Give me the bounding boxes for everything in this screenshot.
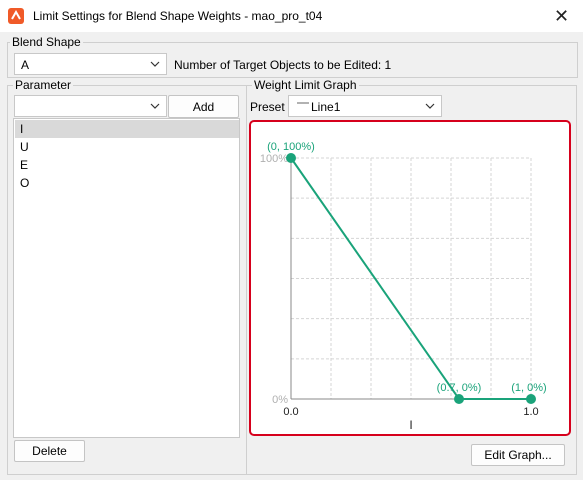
list-item[interactable]: I [15,120,239,138]
data-point-label: (0, 100%) [267,141,315,153]
target-count-text: Number of Target Objects to be Edited: 1 [174,58,392,72]
blend-shape-group-label: Blend Shape [10,35,83,49]
title-bar: Limit Settings for Blend Shape Weights -… [0,0,583,32]
weight-limit-graph-label: Weight Limit Graph [252,78,359,92]
list-item[interactable]: O [15,174,239,192]
parameter-group-label: Parameter [13,78,74,92]
blend-shape-select-value: A [21,58,30,72]
blend-shape-select[interactable]: A [14,53,167,75]
weight-limit-chart[interactable]: 0% 100% 0.0 1.0 I (0, 100%) (0.7, 0%) (1, 0%) [251,122,569,434]
y-tick-label: 0% [272,394,288,406]
list-item[interactable]: E [15,156,239,174]
line-preset-icon [297,102,309,104]
chevron-down-icon [425,103,435,109]
chevron-down-icon [150,103,160,109]
window-title: Limit Settings for Blend Shape Weights -… [33,9,323,23]
x-tick-label: 0.0 [283,406,298,418]
edit-graph-button[interactable]: Edit Graph... [471,444,565,466]
data-point-label: (0.7, 0%) [437,382,482,394]
delete-button[interactable]: Delete [14,440,85,462]
preset-select-value: Line1 [311,100,341,114]
x-tick-label: 1.0 [523,406,538,418]
data-point-label: (1, 0%) [511,382,546,394]
parameter-list: I U E O [13,118,240,438]
weight-limit-graph[interactable]: 0% 100% 0.0 1.0 I (0, 100%) (0.7, 0%) (1, 0%) [249,120,571,436]
close-icon[interactable]: ✕ [540,0,583,32]
list-item[interactable]: U [15,138,239,156]
preset-select[interactable]: Line1 [288,95,442,117]
y-tick-label: 100% [260,153,288,165]
x-axis-label: I [409,418,412,432]
chevron-down-icon [150,61,160,67]
data-point[interactable] [526,394,536,404]
data-point[interactable] [454,394,464,404]
preset-label: Preset [250,100,285,114]
add-button[interactable]: Add [168,95,239,118]
app-icon [8,8,24,24]
data-point[interactable] [286,153,296,163]
parameter-select[interactable] [14,95,167,117]
